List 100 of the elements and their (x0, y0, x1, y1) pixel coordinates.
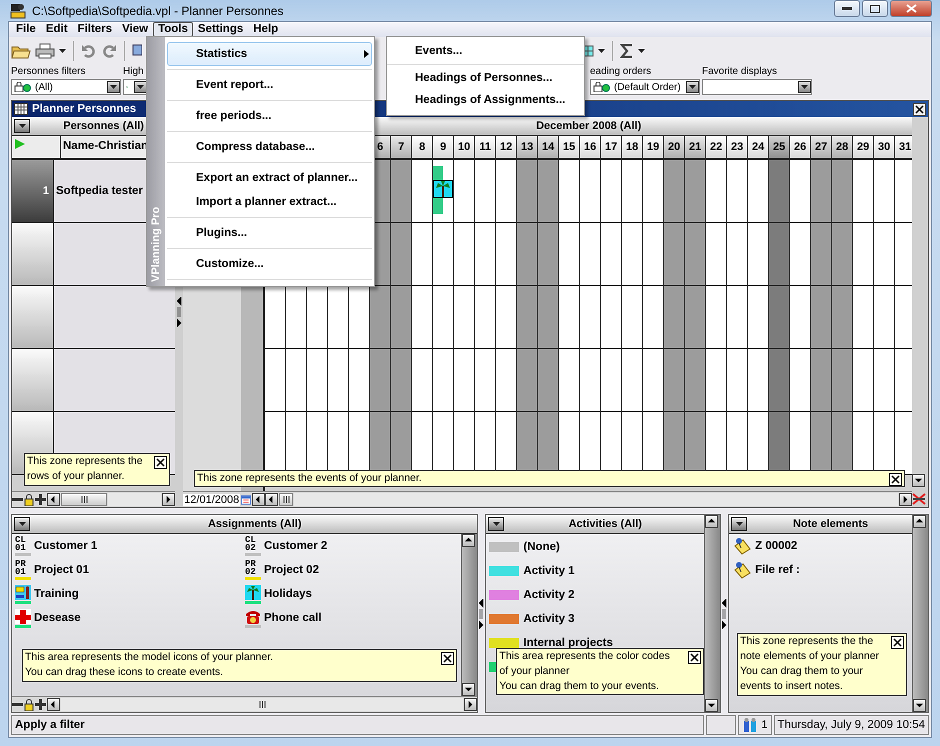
scroll-down-button[interactable] (705, 699, 718, 712)
filter-dropdown[interactable] (702, 79, 812, 95)
menu-item[interactable]: Headings of Personnes... (387, 67, 584, 89)
scroll-left-button[interactable] (265, 493, 278, 506)
redo-icon[interactable] (101, 43, 117, 59)
menu-item[interactable]: Statistics (167, 42, 372, 66)
scrollbar[interactable] (912, 515, 928, 712)
scroll-right-button[interactable] (899, 493, 912, 506)
row-header[interactable] (12, 286, 54, 348)
note-label[interactable]: Z 00002 (755, 540, 798, 552)
close-button[interactable] (913, 102, 926, 116)
dropdown-button[interactable] (488, 517, 504, 531)
close-button[interactable] (891, 636, 904, 649)
menu-item[interactable]: View (117, 22, 154, 37)
dropdown-button[interactable] (686, 81, 699, 93)
user-count: 1 (761, 719, 768, 731)
scroll-down-button[interactable] (462, 683, 476, 696)
plus-icon[interactable] (35, 699, 46, 710)
close-button[interactable] (688, 651, 702, 664)
scroll-up-button[interactable] (913, 515, 926, 528)
menu-item[interactable]: File (11, 22, 41, 37)
dropdown-button[interactable] (731, 517, 748, 531)
menu-item[interactable]: Headings of Assignments... (387, 89, 584, 111)
assignment-label[interactable]: Desease (34, 612, 81, 624)
day-cell (286, 349, 308, 411)
event-drawing[interactable] (433, 166, 454, 214)
scroll-down-button[interactable] (913, 699, 926, 712)
assignment-label[interactable]: Project 01 (34, 564, 89, 576)
scroll-thumb[interactable] (61, 493, 107, 506)
menu-item[interactable]: Customize... (167, 252, 372, 276)
color-swatch[interactable] (489, 662, 496, 672)
close-button[interactable] (154, 456, 167, 469)
row-header[interactable] (12, 349, 54, 411)
note-label[interactable]: File ref : (755, 564, 800, 576)
color-swatch[interactable] (489, 638, 520, 648)
menu-item[interactable]: Event report... (167, 73, 372, 97)
color-swatch[interactable] (489, 566, 520, 576)
filter-dropdown[interactable]: (Default Order) (590, 79, 700, 95)
splitter-handle-icon[interactable] (722, 598, 728, 628)
menu-item[interactable]: free periods... (167, 104, 372, 128)
row-header[interactable]: 1 (12, 160, 54, 222)
assignment-label[interactable]: Training (34, 588, 79, 600)
splitter-handle-icon[interactable] (176, 297, 182, 327)
padlock-icon[interactable] (24, 698, 34, 710)
date-field[interactable]: 12/01/2008 (183, 494, 240, 506)
scroll-right-button[interactable] (464, 698, 478, 711)
scroll-left-button[interactable] (47, 698, 60, 711)
calendar-icon[interactable] (241, 494, 252, 506)
menu-item[interactable]: Compress database... (167, 135, 372, 159)
close-button[interactable] (441, 652, 454, 665)
scroll-left-button[interactable] (47, 493, 60, 506)
scrollbar[interactable] (461, 534, 478, 696)
dropdown-button[interactable] (107, 81, 120, 93)
assignment-label[interactable]: Holidays (264, 588, 312, 600)
dropdown-button[interactable] (798, 81, 811, 93)
day-header: 23 (727, 136, 748, 158)
scroll-left-button[interactable] (252, 493, 266, 506)
filter-label: Personnes filters (11, 65, 86, 79)
color-swatch[interactable] (489, 614, 520, 624)
color-swatch[interactable] (489, 542, 520, 552)
dropdown-button[interactable] (134, 81, 147, 93)
cancel-icon[interactable] (912, 493, 926, 505)
day-header: 10 (454, 136, 476, 158)
dropdown-button[interactable] (14, 119, 30, 133)
menu-item[interactable]: Settings (192, 22, 248, 37)
assignment-label[interactable]: Customer 1 (34, 540, 98, 552)
menu-item[interactable]: Events... (387, 40, 584, 62)
sum-icon[interactable] (620, 44, 634, 58)
scroll-down-button[interactable] (912, 474, 926, 487)
scroll-up-button[interactable] (705, 515, 718, 528)
menu-item[interactable]: Filters (72, 22, 118, 37)
row-header[interactable] (12, 223, 54, 285)
day-header: 19 (643, 136, 664, 158)
padlock-icon[interactable] (24, 494, 34, 506)
close-button[interactable] (889, 473, 902, 486)
minimize-button[interactable] (834, 0, 860, 17)
caret-icon (736, 522, 743, 526)
scroll-right-button[interactable] (162, 493, 176, 506)
scroll-up-button[interactable] (462, 534, 476, 547)
scroll-thumb[interactable] (279, 493, 294, 506)
maximize-button[interactable] (862, 0, 888, 17)
day-cell (328, 349, 350, 411)
assignment-label[interactable]: Phone call (264, 612, 322, 624)
scrollbar[interactable] (704, 515, 720, 712)
menu-item[interactable]: Plugins... (167, 221, 372, 245)
menu-item[interactable]: Help (248, 22, 284, 37)
menu-item[interactable]: Tools (153, 22, 193, 37)
color-swatch[interactable] (489, 590, 520, 600)
printer-icon[interactable] (35, 43, 55, 59)
undo-icon[interactable] (81, 43, 97, 59)
assignment-label[interactable]: Project 02 (264, 564, 319, 576)
filter-dropdown[interactable]: (All) (11, 79, 121, 95)
dropdown-button[interactable] (14, 517, 30, 531)
app-icon (10, 2, 26, 18)
plus-icon[interactable] (35, 494, 46, 505)
splitter-handle-icon[interactable] (479, 598, 484, 628)
filter-dropdown[interactable] (123, 79, 148, 95)
assignment-label[interactable]: Customer 2 (264, 540, 328, 552)
calendar-icon (14, 103, 28, 115)
menu-item[interactable]: Edit (40, 22, 73, 37)
